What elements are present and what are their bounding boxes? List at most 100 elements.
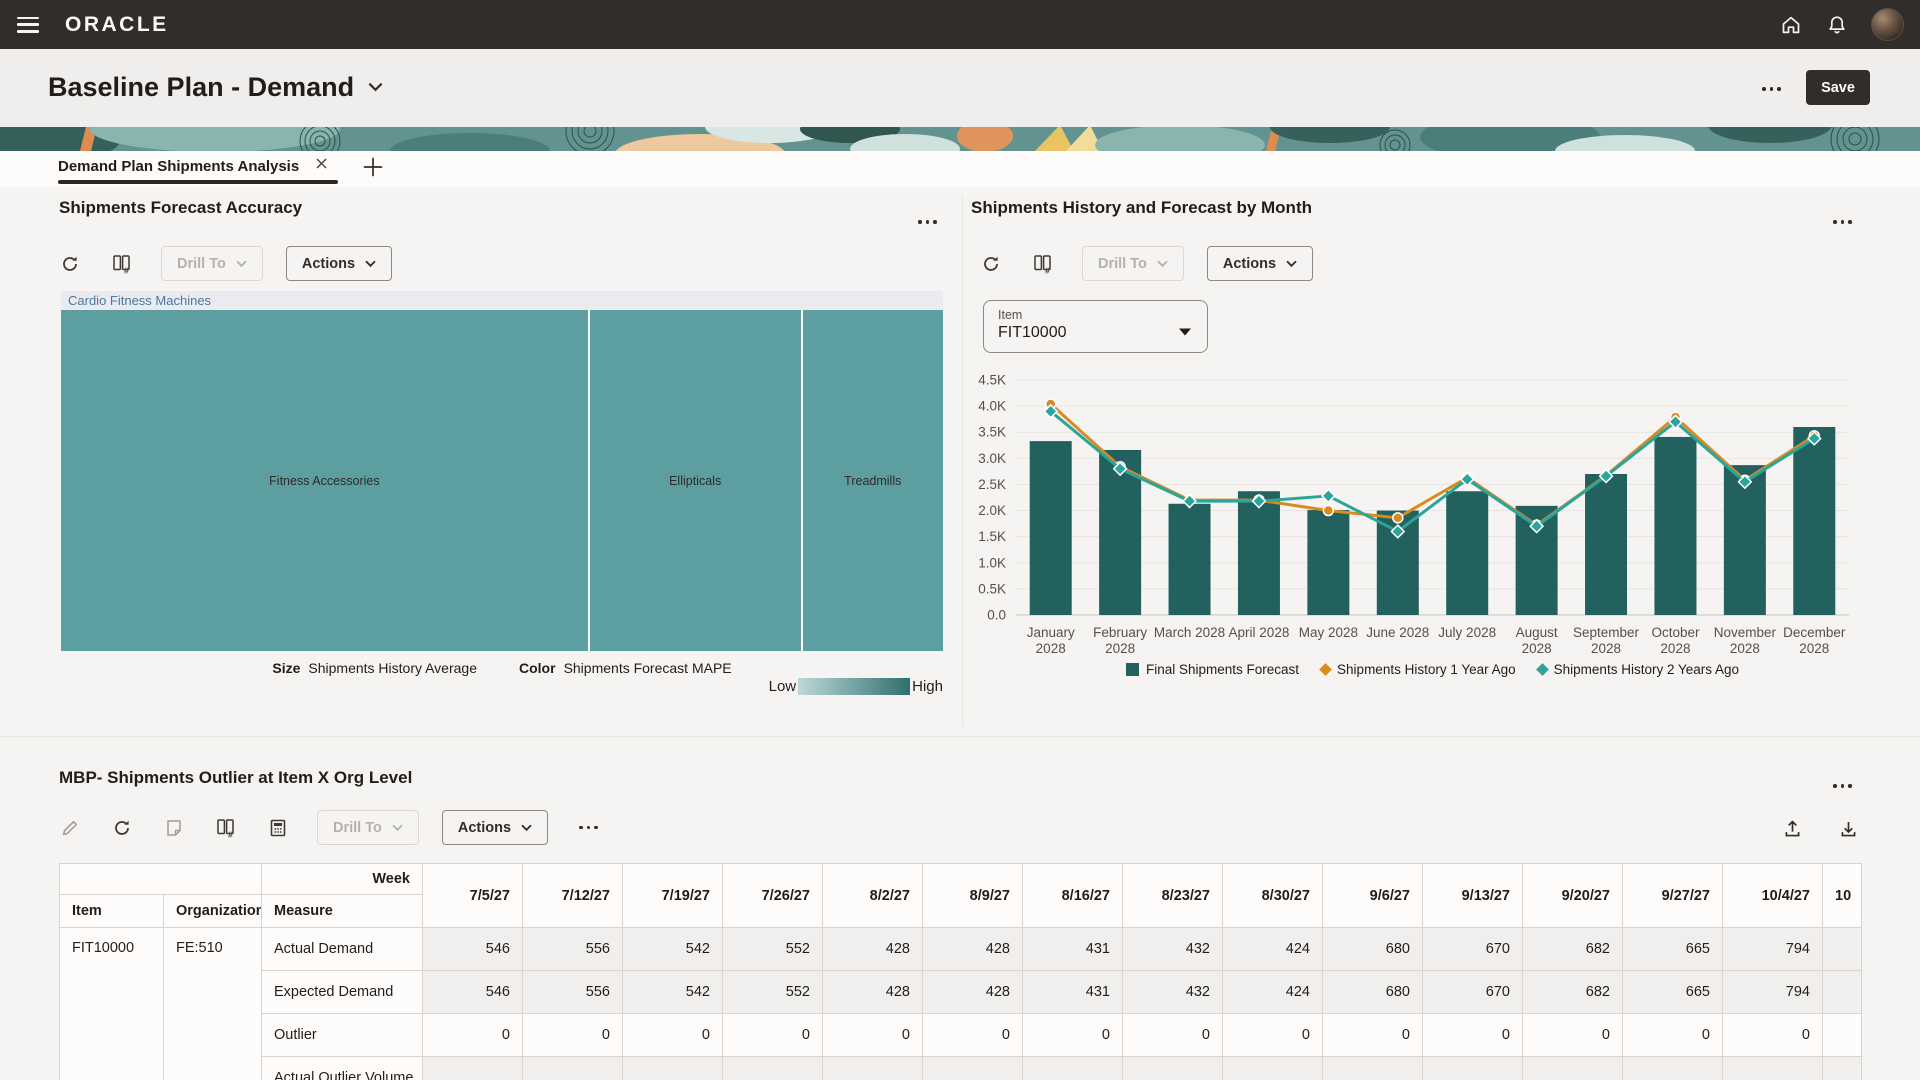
- value-cell[interactable]: 0: [1223, 1014, 1323, 1057]
- value-cell[interactable]: 552: [723, 971, 823, 1014]
- value-cell[interactable]: 428: [823, 971, 923, 1014]
- week-column-header[interactable]: 10/4/27: [1723, 864, 1823, 928]
- value-cell[interactable]: 546: [423, 928, 523, 971]
- value-cell[interactable]: 0: [1323, 1014, 1423, 1057]
- value-cell[interactable]: 542: [623, 928, 723, 971]
- value-cell[interactable]: 424: [1223, 971, 1323, 1014]
- value-cell[interactable]: 682: [1523, 971, 1623, 1014]
- value-cell[interactable]: 0: [1523, 1014, 1623, 1057]
- week-column-header[interactable]: 9/13/27: [1423, 864, 1523, 928]
- value-cell[interactable]: 665: [1623, 928, 1723, 971]
- treemap-group-header[interactable]: Cardio Fitness Machines: [61, 291, 943, 310]
- week-column-header[interactable]: 8/30/27: [1223, 864, 1323, 928]
- value-cell[interactable]: 682: [1523, 928, 1623, 971]
- week-column-header[interactable]: 9/27/27: [1623, 864, 1723, 928]
- value-cell[interactable]: 431: [1023, 971, 1123, 1014]
- calculator-icon[interactable]: [267, 817, 288, 838]
- value-cell[interactable]: 0: [1623, 1014, 1723, 1057]
- value-cell[interactable]: 0: [823, 1014, 923, 1057]
- actions-button[interactable]: Actions: [286, 246, 392, 281]
- bar[interactable]: [1030, 441, 1072, 615]
- value-cell[interactable]: 680: [1323, 928, 1423, 971]
- value-cell[interactable]: [1623, 1057, 1723, 1080]
- legend-item[interactable]: Shipments History 2 Years Ago: [1538, 662, 1739, 677]
- bar[interactable]: [1793, 427, 1835, 615]
- overflow-menu-button[interactable]: [1833, 784, 1852, 788]
- week-column-header[interactable]: 8/23/27: [1123, 864, 1223, 928]
- value-cell[interactable]: [1423, 1057, 1523, 1080]
- value-cell[interactable]: 552: [723, 928, 823, 971]
- upload-icon[interactable]: [1782, 818, 1803, 844]
- data-point-marker[interactable]: [1393, 513, 1403, 523]
- value-cell[interactable]: 670: [1423, 928, 1523, 971]
- week-column-header[interactable]: 8/16/27: [1023, 864, 1123, 928]
- bar[interactable]: [1446, 491, 1488, 615]
- treemap-tile[interactable]: Fitness Accessories: [61, 310, 588, 651]
- value-cell[interactable]: 0: [623, 1014, 723, 1057]
- value-cell[interactable]: 794: [1723, 971, 1823, 1014]
- close-icon[interactable]: [315, 157, 328, 175]
- value-cell[interactable]: 0: [423, 1014, 523, 1057]
- value-cell[interactable]: 0: [1423, 1014, 1523, 1057]
- value-cell[interactable]: 680: [1323, 971, 1423, 1014]
- week-column-header[interactable]: 7/26/27: [723, 864, 823, 928]
- view-selector-icon[interactable]: #: [111, 253, 132, 274]
- value-cell[interactable]: 0: [923, 1014, 1023, 1057]
- legend-item[interactable]: Final Shipments Forecast: [1126, 662, 1299, 677]
- notifications-bell-icon[interactable]: [1825, 13, 1849, 37]
- value-cell[interactable]: [1523, 1057, 1623, 1080]
- value-cell[interactable]: 431: [1023, 928, 1123, 971]
- drill-to-button[interactable]: Drill To: [317, 810, 419, 845]
- user-avatar[interactable]: [1871, 8, 1904, 41]
- week-column-header[interactable]: 7/19/27: [623, 864, 723, 928]
- value-cell[interactable]: 670: [1423, 971, 1523, 1014]
- edit-pencil-icon[interactable]: [59, 817, 80, 838]
- data-point-marker[interactable]: [1322, 490, 1335, 503]
- value-cell[interactable]: [1223, 1057, 1323, 1080]
- view-selector-icon[interactable]: #: [1032, 253, 1053, 274]
- item-filter-select[interactable]: Item FIT10000: [983, 300, 1208, 353]
- data-point-marker[interactable]: [1323, 506, 1333, 516]
- value-cell[interactable]: 432: [1123, 971, 1223, 1014]
- refresh-icon[interactable]: [980, 253, 1001, 274]
- value-cell[interactable]: 0: [1123, 1014, 1223, 1057]
- value-cell[interactable]: 424: [1223, 928, 1323, 971]
- treemap-tile[interactable]: Ellipticals: [590, 310, 801, 651]
- value-cell[interactable]: [1823, 928, 1862, 971]
- value-cell[interactable]: 556: [523, 971, 623, 1014]
- treemap-tile[interactable]: Treadmills: [803, 310, 943, 651]
- value-cell[interactable]: [523, 1057, 623, 1080]
- overflow-menu-button[interactable]: [918, 220, 937, 224]
- value-cell[interactable]: 0: [723, 1014, 823, 1057]
- bar[interactable]: [1654, 437, 1696, 615]
- value-cell[interactable]: 556: [523, 928, 623, 971]
- value-cell[interactable]: [1823, 971, 1862, 1014]
- overflow-menu-button[interactable]: [1833, 220, 1852, 224]
- week-column-header[interactable]: 9/20/27: [1523, 864, 1623, 928]
- week-column-header[interactable]: 7/12/27: [523, 864, 623, 928]
- bar[interactable]: [1585, 474, 1627, 615]
- view-selector-icon[interactable]: #: [215, 817, 236, 838]
- value-cell[interactable]: 0: [1723, 1014, 1823, 1057]
- value-cell[interactable]: 794: [1723, 928, 1823, 971]
- legend-item[interactable]: Shipments History 1 Year Ago: [1321, 662, 1516, 677]
- value-cell[interactable]: [1823, 1057, 1862, 1080]
- value-cell[interactable]: [723, 1057, 823, 1080]
- value-cell[interactable]: [623, 1057, 723, 1080]
- value-cell[interactable]: [1323, 1057, 1423, 1080]
- value-cell[interactable]: [1123, 1057, 1223, 1080]
- value-cell[interactable]: 0: [1023, 1014, 1123, 1057]
- value-cell[interactable]: [1023, 1057, 1123, 1080]
- value-cell[interactable]: 428: [823, 928, 923, 971]
- week-column-header[interactable]: 7/5/27: [423, 864, 523, 928]
- save-button[interactable]: Save: [1806, 70, 1870, 105]
- week-column-header[interactable]: 8/9/27: [923, 864, 1023, 928]
- value-cell[interactable]: [923, 1057, 1023, 1080]
- drill-to-button[interactable]: Drill To: [161, 246, 263, 281]
- week-column-header[interactable]: 9/6/27: [1323, 864, 1423, 928]
- home-icon[interactable]: [1779, 13, 1803, 37]
- value-cell[interactable]: [423, 1057, 523, 1080]
- refresh-icon[interactable]: [59, 253, 80, 274]
- value-cell[interactable]: 0: [523, 1014, 623, 1057]
- refresh-icon[interactable]: [111, 817, 132, 838]
